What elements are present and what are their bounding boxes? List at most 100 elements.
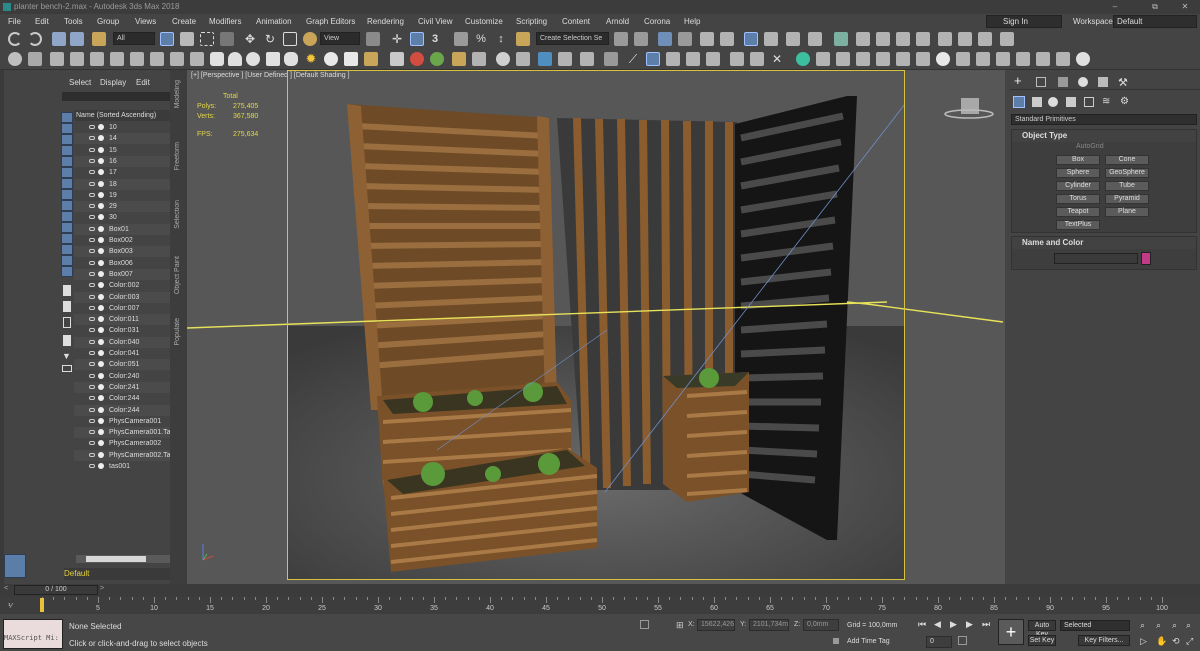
display-influences-icon[interactable]	[63, 301, 71, 312]
corona-tone-icon[interactable]	[956, 52, 970, 66]
corona-material-icon[interactable]	[856, 52, 870, 66]
visibility-eye-icon[interactable]	[89, 204, 95, 209]
list-item[interactable]: 19	[74, 190, 170, 201]
visibility-eye-icon[interactable]	[89, 339, 95, 344]
filter-bones-icon[interactable]	[61, 200, 73, 211]
explorer-toggle-button[interactable]	[4, 554, 26, 578]
zoom-icon[interactable]: ⌕	[1140, 620, 1145, 631]
object-type-button[interactable]: Teapot	[1056, 207, 1100, 217]
menu-customize[interactable]: Customize	[465, 14, 503, 29]
visibility-eye-icon[interactable]	[89, 418, 95, 423]
display-tab-icon[interactable]	[1098, 77, 1108, 87]
corona-pass-icon[interactable]	[1056, 52, 1070, 66]
autogrid-checkbox[interactable]: AutoGrid	[1076, 143, 1104, 150]
maximize-button[interactable]: ⧉	[1138, 0, 1172, 14]
object-type-button[interactable]: Pyramid	[1105, 194, 1149, 204]
list-item[interactable]: Box006	[74, 258, 170, 269]
minimize-button[interactable]: –	[1098, 0, 1132, 14]
visibility-eye-icon[interactable]	[89, 328, 95, 333]
key-filters-button[interactable]: Key Filters...	[1078, 635, 1130, 646]
cameras-category-icon[interactable]	[1066, 97, 1076, 107]
list-item[interactable]: 18	[74, 178, 170, 190]
tab-display[interactable]: Display	[100, 78, 126, 87]
move-icon[interactable]: ✥	[243, 32, 257, 46]
spinner-snap-icon[interactable]: ↕	[494, 32, 508, 46]
list-item[interactable]: Color:041	[74, 348, 170, 359]
side-tab-populate[interactable]: Populate	[174, 318, 181, 346]
visibility-eye-icon[interactable]	[89, 192, 95, 197]
side-tab-modeling[interactable]: Modeling	[174, 80, 181, 108]
list-item[interactable]: PhysCamera001	[74, 416, 170, 427]
teapot-icon[interactable]	[8, 52, 22, 66]
column-header[interactable]: Name (Sorted Ascending)	[74, 110, 170, 121]
visibility-eye-icon[interactable]	[89, 430, 95, 435]
torus-icon[interactable]	[284, 52, 298, 66]
undo-icon[interactable]	[8, 32, 22, 46]
menu-arnold[interactable]: Arnold	[606, 14, 629, 29]
utilities-icon[interactable]	[110, 52, 124, 66]
rect-selection-icon[interactable]	[200, 32, 214, 46]
helpers-category-icon[interactable]	[1084, 97, 1094, 107]
render-iterative-icon[interactable]	[856, 32, 870, 46]
visibility-eye-icon[interactable]	[89, 362, 95, 367]
auto-key-button[interactable]: Auto Key	[1028, 620, 1056, 638]
list-item[interactable]: 15	[74, 145, 170, 156]
placement-icon[interactable]	[303, 32, 317, 46]
angle-snap-icon[interactable]	[454, 32, 468, 46]
filter-containers-icon[interactable]	[61, 211, 73, 222]
corona-sphere-icon[interactable]	[496, 52, 510, 66]
schematic-view-icon[interactable]	[744, 32, 758, 46]
name-color-header[interactable]: Name and Color	[1012, 237, 1196, 249]
pivot-icon[interactable]	[366, 32, 380, 46]
filter-invert-icon[interactable]	[61, 266, 73, 277]
corona-render-icon[interactable]	[916, 32, 930, 46]
named-selection-dropdown[interactable]: Create Selection Se	[536, 32, 609, 45]
next-frame-arrow[interactable]: >	[100, 585, 104, 592]
display-dependents-icon[interactable]	[63, 317, 71, 328]
menu-content[interactable]: Content	[562, 14, 590, 29]
list-item[interactable]: Box002	[74, 235, 170, 246]
corona-camera-icon[interactable]	[558, 52, 572, 66]
box-primitive-icon[interactable]	[210, 52, 224, 66]
list-item[interactable]: Color:031	[74, 325, 170, 336]
goto-end-icon[interactable]: ⏭	[982, 619, 990, 630]
spline-icon[interactable]	[686, 52, 700, 66]
horizontal-scrollbar[interactable]	[76, 555, 170, 563]
object-type-button[interactable]: GeoSphere	[1105, 168, 1149, 178]
visibility-eye-icon[interactable]	[89, 238, 95, 242]
select-dependents-icon[interactable]	[63, 335, 71, 346]
redo-icon[interactable]	[28, 32, 42, 46]
corona-denoise-icon[interactable]	[976, 52, 990, 66]
z-coordinate-field[interactable]: 0,0mm	[803, 619, 839, 631]
current-layer-label[interactable]: Default	[64, 568, 170, 580]
list-item[interactable]: Color:240	[74, 371, 170, 382]
x-coordinate-field[interactable]: 15622,426	[697, 619, 735, 631]
object-type-header[interactable]: Object Type	[1012, 130, 1196, 142]
menu-create[interactable]: Create	[172, 14, 196, 29]
uvw-icon[interactable]	[472, 52, 486, 66]
material-editor-icon[interactable]	[764, 32, 778, 46]
render-setup-icon[interactable]	[786, 32, 800, 46]
selected-dropdown[interactable]: Selected	[1060, 620, 1130, 631]
render-activeshade-icon[interactable]	[876, 32, 890, 46]
visibility-eye-icon[interactable]	[89, 407, 95, 412]
spot-light-icon[interactable]	[344, 52, 358, 66]
menu-group[interactable]: Group	[97, 14, 119, 29]
corona-toolbar-icon[interactable]	[1000, 32, 1014, 46]
object-type-button[interactable]: Torus	[1056, 194, 1100, 204]
percent-snap-icon[interactable]: %	[474, 32, 488, 46]
menu-graph-editors[interactable]: Graph Editors	[306, 14, 355, 29]
list-item[interactable]: Color:003	[74, 291, 170, 303]
link-icon[interactable]	[52, 32, 66, 46]
pan-icon[interactable]: ✋	[1156, 636, 1167, 647]
delete-vertex-icon[interactable]: ✕	[770, 52, 784, 66]
grid-icon[interactable]	[604, 52, 618, 66]
list-item[interactable]: 10	[74, 122, 170, 133]
visibility-eye-icon[interactable]	[89, 215, 95, 220]
toggle-ribbon-icon[interactable]	[700, 32, 714, 46]
list-item[interactable]: 30	[74, 212, 170, 223]
visibility-eye-icon[interactable]	[89, 317, 95, 322]
filter-frozen-icon[interactable]	[61, 222, 73, 233]
zoom-extents-icon[interactable]: ⌕	[1172, 620, 1177, 631]
utilities-tab-icon[interactable]: ⚒	[1118, 76, 1128, 89]
